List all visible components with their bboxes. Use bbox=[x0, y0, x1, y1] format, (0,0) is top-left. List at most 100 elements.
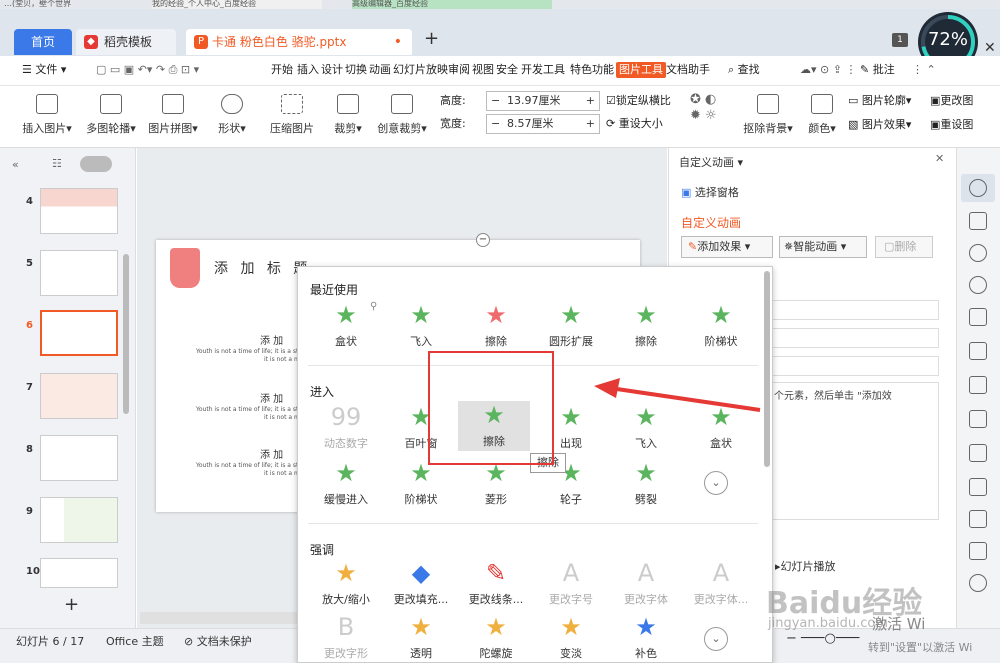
chart-icon[interactable] bbox=[969, 376, 987, 394]
thumbnail-view-toggle[interactable] bbox=[80, 156, 112, 172]
effect-change-fill[interactable]: ◆ 更改填充... bbox=[385, 559, 457, 607]
effect-stairs[interactable]: ★ 阶梯状 bbox=[685, 301, 757, 349]
add-effect-dropdown[interactable]: 最近使用 ⚲ ★ 盒状 ★ 飞入 ★ 擦除 ★ 圆形扩展 ★ 擦除 ★ 阶梯状 进入 99 动… bbox=[297, 266, 773, 663]
expand-enter-button[interactable]: ⌄ bbox=[704, 471, 728, 495]
effect-font[interactable]: A 更改字体 bbox=[610, 559, 682, 607]
tab-templates[interactable]: ◆ 稻壳模板 bbox=[76, 29, 176, 55]
rotate-handle-icon[interactable]: − bbox=[476, 233, 490, 247]
property-dropdown[interactable] bbox=[769, 300, 939, 320]
effect-circle[interactable]: ★ 圆形扩展 bbox=[535, 301, 607, 349]
effect-complement[interactable]: ★ 补色 bbox=[610, 613, 682, 661]
effect-wipe[interactable]: ★ 擦除 bbox=[610, 301, 682, 349]
selection-pane-button[interactable]: ▣ 选择窗格 bbox=[681, 184, 739, 200]
tab-animation[interactable]: 动画 bbox=[369, 62, 391, 78]
tab-developer[interactable]: 开发工具 bbox=[521, 62, 565, 78]
tab-transition[interactable]: 切换 bbox=[345, 62, 367, 78]
picture-icon[interactable] bbox=[969, 444, 987, 462]
tab-review[interactable]: 审阅 bbox=[448, 62, 470, 78]
grid-icon[interactable] bbox=[969, 342, 987, 360]
compress-button[interactable]: 压缩图片 bbox=[266, 94, 318, 136]
slide-thumbnail-5[interactable] bbox=[40, 250, 118, 296]
browser-tab[interactable]: …(堂贝，壁个世界 bbox=[4, 0, 124, 9]
property-dropdown[interactable] bbox=[769, 356, 939, 376]
shape-button[interactable]: 形状▾ bbox=[214, 94, 250, 136]
expand-emphasis-button[interactable]: ⌄ bbox=[704, 627, 728, 651]
width-field[interactable]: −8.57厘米 + bbox=[486, 114, 600, 134]
carousel-button[interactable]: 多图轮播▾ bbox=[84, 94, 138, 136]
browser-tab[interactable]: 高级编辑器_百度经验 bbox=[352, 0, 552, 9]
property-dropdown[interactable] bbox=[769, 328, 939, 348]
list-view-icon[interactable]: ☷ bbox=[52, 157, 62, 170]
insert-picture-button[interactable]: 插入图片▾ bbox=[20, 94, 74, 136]
tab-features[interactable]: 特色功能 bbox=[570, 62, 614, 78]
effect-wipe-exit[interactable]: ★ 擦除 bbox=[460, 301, 532, 349]
dropdown-scrollbar[interactable] bbox=[764, 271, 770, 467]
slide-thumbnail-8[interactable] bbox=[40, 435, 118, 481]
theme-name[interactable]: Office 主题 bbox=[106, 633, 164, 649]
scarf-image[interactable] bbox=[170, 248, 200, 288]
collapse-icon[interactable]: « bbox=[12, 158, 19, 171]
quick-access-toolbar[interactable]: ▢ ▭ ▣ ↶▾ ↷ ⎙ ⊡ ▾ bbox=[96, 62, 199, 78]
comment-button[interactable]: ✎ 批注 bbox=[860, 62, 895, 78]
effect-transparent[interactable]: ★ 透明 bbox=[385, 613, 457, 661]
change-pic-button[interactable]: ▣更改图 bbox=[930, 93, 973, 109]
image-icon[interactable] bbox=[969, 542, 987, 560]
tab-slideshow[interactable]: 幻灯片放映 bbox=[393, 62, 448, 78]
location-icon[interactable] bbox=[969, 276, 987, 294]
reset-pic-button[interactable]: ▣重设图 bbox=[930, 117, 973, 133]
more-icon[interactable]: ⋮ ⌃ bbox=[912, 62, 936, 78]
effect-counter[interactable]: 99 动态数字 bbox=[310, 403, 382, 451]
cloud-icons[interactable]: ☁▾ ⊙ ⇪ ⋮ bbox=[800, 62, 856, 78]
copy-icon[interactable] bbox=[969, 212, 987, 230]
audio-icon[interactable] bbox=[969, 574, 987, 592]
browser-tab[interactable]: 我的经验_个人中心_百度经验 bbox=[152, 0, 322, 9]
effect-font-size[interactable]: A 更改字号 bbox=[535, 559, 607, 607]
slide-thumbnail-4[interactable] bbox=[40, 188, 118, 234]
effect-fly-in[interactable]: ★ 飞入 bbox=[385, 301, 457, 349]
tab-doc-assistant[interactable]: 文档助手 bbox=[666, 62, 710, 78]
tab-picture-tools[interactable]: 图片工具 bbox=[616, 62, 666, 78]
resize-button[interactable]: ⟳ 重设大小 bbox=[606, 116, 663, 132]
delete-button[interactable]: ▢删除 bbox=[875, 236, 933, 258]
adjust-icons[interactable]: ✪ ◐ ✹ ☼ bbox=[690, 92, 717, 124]
slide-thumbnail-9[interactable] bbox=[40, 497, 118, 543]
color-button[interactable]: 颜色▾ bbox=[804, 94, 840, 136]
add-effect-button[interactable]: ✎添加效果 ▾ bbox=[681, 236, 773, 258]
effect-change-line[interactable]: ✎ 更改线条... bbox=[460, 559, 532, 607]
effects-button[interactable]: ▧ 图片效果▾ bbox=[848, 117, 911, 133]
effect-box[interactable]: ★ 盒状 bbox=[310, 301, 382, 349]
tab-design[interactable]: 设计 bbox=[321, 62, 343, 78]
effect-spin[interactable]: ★ 陀螺旋 bbox=[460, 613, 532, 661]
settings-icon[interactable] bbox=[969, 410, 987, 428]
smart-animation-button[interactable]: ✵智能动画 ▾ bbox=[779, 236, 867, 258]
protect-status[interactable]: ⊘ 文档未保护 bbox=[184, 633, 252, 649]
box-icon[interactable] bbox=[969, 510, 987, 528]
window-count-badge[interactable]: 1 bbox=[892, 33, 908, 47]
animation-list[interactable]: 个元素，然后单击 "添加效 bbox=[769, 382, 939, 520]
slide-thumbnail-7[interactable] bbox=[40, 373, 118, 419]
new-tab-button[interactable]: + bbox=[424, 28, 439, 49]
effect-fade[interactable]: ★ 变淡 bbox=[535, 613, 607, 661]
effect-stairs[interactable]: ★ 阶梯状 bbox=[385, 459, 457, 507]
layers-icon[interactable] bbox=[969, 308, 987, 326]
search-button[interactable]: ⌕ 查找 bbox=[728, 62, 760, 78]
lock-ratio-checkbox[interactable]: ☑锁定纵横比 bbox=[606, 93, 671, 109]
tab-view[interactable]: 视图 bbox=[472, 62, 494, 78]
effect-diamond[interactable]: ★ 菱形 bbox=[460, 459, 532, 507]
close-icon[interactable]: ✕ bbox=[984, 40, 996, 56]
close-pane-icon[interactable]: ✕ bbox=[935, 152, 944, 165]
creative-crop-button[interactable]: 创意裁剪▾ bbox=[374, 94, 430, 136]
tab-document[interactable]: P 卡通 粉色白色 骆驼.pptx • bbox=[186, 29, 412, 55]
effect-slow-in[interactable]: ★ 缓慢进入 bbox=[310, 459, 382, 507]
menu-file[interactable]: ☰ 文件 ▾ bbox=[22, 62, 66, 78]
tab-start[interactable]: 开始 bbox=[271, 62, 293, 78]
slideshow-button[interactable]: ▸幻灯片播放 bbox=[775, 558, 836, 574]
slide-thumbnail-6[interactable] bbox=[40, 310, 118, 356]
add-slide-button[interactable]: + bbox=[64, 594, 79, 615]
height-field[interactable]: −13.97厘米 + bbox=[486, 91, 600, 111]
effect-grow-shrink[interactable]: ★ 放大/缩小 bbox=[310, 559, 382, 607]
collage-button[interactable]: 图片拼图▾ bbox=[146, 94, 200, 136]
slide-thumbnail-10[interactable] bbox=[40, 558, 118, 588]
pane-title[interactable]: 自定义动画 ▾ bbox=[679, 154, 743, 170]
remove-bg-button[interactable]: 抠除背景▾ bbox=[740, 94, 796, 136]
